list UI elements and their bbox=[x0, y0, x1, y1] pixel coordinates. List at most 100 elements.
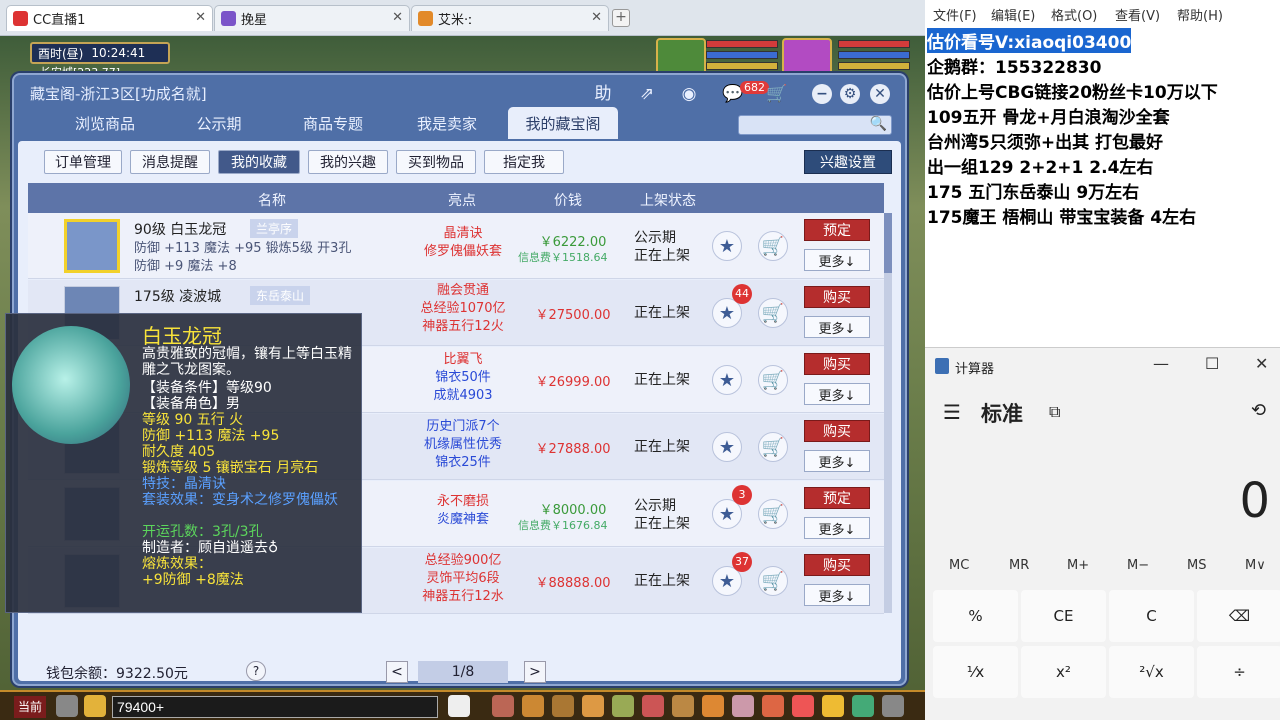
gear-icon[interactable]: ⚙ bbox=[840, 84, 860, 104]
subtab-bought[interactable]: 买到物品 bbox=[396, 150, 476, 174]
cart-icon[interactable]: 🛒 bbox=[758, 566, 788, 596]
keep-on-top-icon[interactable]: ⧉ bbox=[1049, 402, 1060, 422]
item-icon[interactable] bbox=[522, 695, 544, 717]
history-icon[interactable]: ⟲ bbox=[1251, 400, 1266, 421]
mc-button[interactable]: MC bbox=[949, 558, 969, 573]
pet-icon[interactable] bbox=[448, 695, 470, 717]
help-button[interactable]: 助 bbox=[590, 82, 616, 106]
browser-tab-cc[interactable]: CC直播1 ✕ bbox=[6, 5, 213, 31]
memory-list-button[interactable]: M∨ bbox=[1245, 558, 1266, 573]
favorite-star-icon[interactable]: ★ bbox=[712, 231, 742, 261]
mail-icon[interactable] bbox=[762, 695, 784, 717]
share-icon[interactable]: ⇗ bbox=[634, 82, 660, 106]
more-button[interactable]: 更多↓ bbox=[804, 450, 870, 472]
divide-button[interactable]: ÷ bbox=[1197, 646, 1280, 698]
scrollbar-thumb[interactable] bbox=[884, 213, 892, 273]
cart-icon[interactable]: 🛒 bbox=[764, 82, 790, 106]
close-icon[interactable]: ✕ bbox=[591, 10, 602, 25]
clear-entry-button[interactable]: CE bbox=[1021, 590, 1106, 642]
guild-icon[interactable] bbox=[672, 695, 694, 717]
event-icon[interactable] bbox=[792, 695, 814, 717]
cart-icon[interactable]: 🛒 bbox=[758, 499, 788, 529]
close-icon[interactable]: ✕ bbox=[1255, 354, 1268, 373]
activity-icon[interactable] bbox=[732, 695, 754, 717]
more-button[interactable]: 更多↓ bbox=[804, 249, 870, 271]
cart-icon[interactable]: 🛒 bbox=[758, 432, 788, 462]
next-page-button[interactable]: > bbox=[524, 661, 546, 683]
clear-button[interactable]: C bbox=[1109, 590, 1194, 642]
more-button[interactable]: 更多↓ bbox=[804, 316, 870, 338]
hamburger-menu-icon[interactable]: ☰ bbox=[943, 400, 961, 424]
record-icon[interactable]: ◉ bbox=[676, 82, 702, 106]
more-button[interactable]: 更多↓ bbox=[804, 584, 870, 606]
team-icon[interactable] bbox=[582, 695, 604, 717]
reserve-button[interactable]: 预定 bbox=[804, 487, 870, 509]
menu-help[interactable]: 帮助(H) bbox=[1177, 5, 1223, 24]
minimize-icon[interactable]: − bbox=[812, 84, 832, 104]
reciprocal-button[interactable]: ¹⁄x bbox=[933, 646, 1018, 698]
subtab-favorites[interactable]: 我的收藏 bbox=[218, 150, 300, 174]
channel-button[interactable]: 当前 bbox=[14, 696, 47, 718]
buy-button[interactable]: 购买 bbox=[804, 353, 870, 375]
reserve-button[interactable]: 预定 bbox=[804, 219, 870, 241]
tab-my-pavilion[interactable]: 我的藏宝阁 bbox=[508, 107, 618, 139]
settings-icon[interactable] bbox=[882, 695, 904, 717]
menu-file[interactable]: 文件(F) bbox=[933, 5, 977, 24]
interest-settings-button[interactable]: 兴趣设置 bbox=[804, 150, 892, 174]
task-icon[interactable] bbox=[642, 695, 664, 717]
sqrt-button[interactable]: ²√x bbox=[1109, 646, 1194, 698]
prev-page-button[interactable]: < bbox=[386, 661, 408, 683]
ms-button[interactable]: MS bbox=[1187, 558, 1206, 573]
buy-button[interactable]: 购买 bbox=[804, 286, 870, 308]
subtab-notices[interactable]: 消息提醒 bbox=[130, 150, 210, 174]
favorite-star-icon[interactable]: ★ bbox=[712, 432, 742, 462]
subtab-orders[interactable]: 订单管理 bbox=[44, 150, 122, 174]
more-button[interactable]: 更多↓ bbox=[804, 383, 870, 405]
close-icon[interactable]: ✕ bbox=[870, 84, 890, 104]
system-icon[interactable] bbox=[852, 695, 874, 717]
minimize-icon[interactable]: — bbox=[1153, 354, 1169, 373]
tab-seller[interactable]: 我是卖家 bbox=[392, 107, 502, 139]
maximize-icon[interactable]: ☐ bbox=[1205, 354, 1219, 373]
search-input[interactable]: 🔍 bbox=[738, 115, 892, 135]
m-plus-button[interactable]: M+ bbox=[1067, 558, 1089, 573]
menu-view[interactable]: 查看(V) bbox=[1115, 5, 1160, 24]
more-button[interactable]: 更多↓ bbox=[804, 517, 870, 539]
subtab-designated[interactable]: 指定我 bbox=[484, 150, 564, 174]
tab-browse[interactable]: 浏览商品 bbox=[50, 107, 160, 139]
close-icon[interactable]: ✕ bbox=[392, 10, 403, 25]
help-icon[interactable]: ? bbox=[246, 661, 266, 681]
trade-icon[interactable] bbox=[552, 695, 574, 717]
pet-menu-icon[interactable] bbox=[612, 695, 634, 717]
table-row[interactable]: 90级 白玉龙冠 兰亭序 防御 +113 魔法 +95 锻炼5级 开3孔 防御 … bbox=[28, 213, 884, 279]
buy-button[interactable]: 购买 bbox=[804, 554, 870, 576]
friend-icon[interactable] bbox=[702, 695, 724, 717]
buy-button[interactable]: 购买 bbox=[804, 420, 870, 442]
chat-input[interactable] bbox=[112, 696, 438, 718]
backspace-button[interactable]: ⌫ bbox=[1197, 590, 1280, 642]
browser-tab-wanxing[interactable]: 挽星 ✕ bbox=[214, 5, 410, 31]
scrollbar[interactable] bbox=[884, 213, 892, 613]
search-icon[interactable]: 🔍 bbox=[870, 116, 887, 132]
tab-announce[interactable]: 公示期 bbox=[164, 107, 274, 139]
favorite-star-icon[interactable]: ★ bbox=[712, 365, 742, 395]
subtab-interests[interactable]: 我的兴趣 bbox=[308, 150, 388, 174]
emoji-icon[interactable] bbox=[84, 695, 106, 717]
menu-format[interactable]: 格式(O) bbox=[1051, 5, 1097, 24]
mr-button[interactable]: MR bbox=[1009, 558, 1029, 573]
microphone-icon[interactable] bbox=[56, 695, 78, 717]
smile-icon[interactable] bbox=[822, 695, 844, 717]
browser-tab-aimi[interactable]: 艾米·ː ✕ bbox=[411, 5, 609, 31]
cart-icon[interactable]: 🛒 bbox=[758, 298, 788, 328]
tab-topics[interactable]: 商品专题 bbox=[278, 107, 388, 139]
item-thumbnail[interactable] bbox=[64, 219, 120, 273]
menu-edit[interactable]: 编辑(E) bbox=[991, 5, 1035, 24]
percent-button[interactable]: % bbox=[933, 590, 1018, 642]
m-minus-button[interactable]: M− bbox=[1127, 558, 1149, 573]
cart-icon[interactable]: 🛒 bbox=[758, 365, 788, 395]
attack-icon[interactable] bbox=[492, 695, 514, 717]
square-button[interactable]: x² bbox=[1021, 646, 1106, 698]
cart-icon[interactable]: 🛒 bbox=[758, 231, 788, 261]
close-icon[interactable]: ✕ bbox=[195, 10, 206, 25]
new-tab-button[interactable]: + bbox=[612, 9, 630, 27]
